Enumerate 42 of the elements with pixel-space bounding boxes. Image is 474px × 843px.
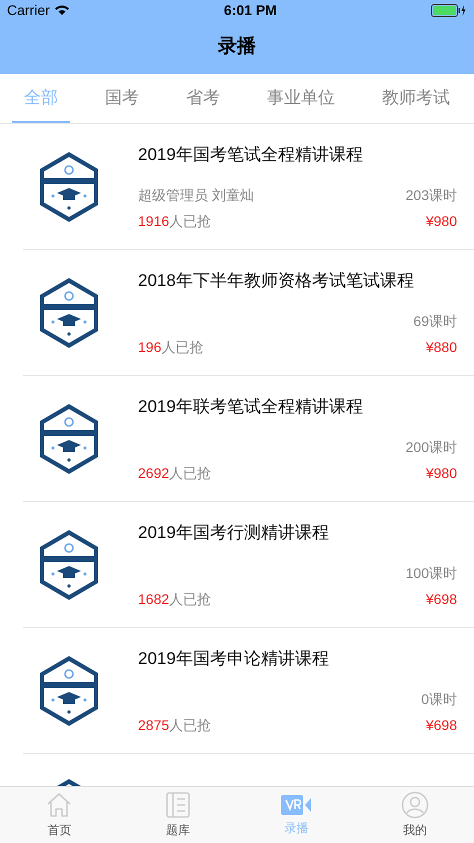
- course-price: ¥698: [426, 716, 457, 734]
- hexagon-badge-icon: [37, 654, 101, 728]
- course-price: ¥980: [426, 212, 457, 230]
- category-tab[interactable]: 国考: [93, 74, 151, 123]
- teacher-name: 超级管理员 刘童灿: [138, 186, 254, 204]
- carrier-label: Carrier: [7, 0, 50, 20]
- course-title[interactable]: 2019年国考申论精讲课程: [138, 646, 457, 671]
- category-tab[interactable]: 省考: [174, 74, 232, 123]
- enrolled-count: 2875人已抢: [138, 716, 212, 734]
- hexagon-badge-icon: [37, 150, 101, 224]
- enrolled-count: 196人已抢: [138, 338, 204, 356]
- tab-bar-item[interactable]: 我的: [356, 787, 474, 843]
- enrolled-count: 2692人已抢: [138, 464, 212, 482]
- course-title[interactable]: 2019年联考笔试全程精讲课程: [138, 394, 457, 419]
- user-icon: [400, 791, 429, 819]
- enrolled-count: 1916人已抢: [138, 212, 212, 230]
- lesson-count: 100课时: [406, 564, 457, 582]
- video-camera-icon: [280, 793, 312, 817]
- category-tab[interactable]: 事业单位: [255, 74, 347, 123]
- course-price: ¥698: [426, 590, 457, 608]
- course-title[interactable]: 2019年国考行测精讲课程: [138, 520, 457, 545]
- lesson-count: 69课时: [413, 312, 457, 330]
- house-icon: [45, 791, 74, 819]
- status-time: 6:01 PM: [224, 0, 277, 20]
- wifi-icon: [54, 4, 70, 16]
- category-tab[interactable]: 教师考试: [370, 74, 462, 123]
- lesson-count: 200课时: [406, 438, 457, 456]
- nav-title: 录播: [218, 34, 256, 59]
- battery-icon: [430, 4, 467, 16]
- hexagon-badge-icon: [37, 276, 101, 350]
- hexagon-badge-icon: [37, 528, 101, 602]
- course-title[interactable]: 2019年国考笔试全程精讲课程: [138, 142, 457, 167]
- course-title[interactable]: 2018年下半年教师资格考试笔试课程: [138, 268, 457, 293]
- tab-bar-item[interactable]: 题库: [118, 787, 237, 843]
- course-price: ¥880: [426, 338, 457, 356]
- notebook-icon: [164, 791, 192, 819]
- lesson-count: 0课时: [421, 690, 457, 708]
- tab-bar-item[interactable]: 首页: [0, 787, 118, 843]
- hexagon-badge-icon: [37, 402, 101, 476]
- enrolled-count: 1682人已抢: [138, 590, 212, 608]
- lesson-count: 203课时: [406, 186, 457, 204]
- course-price: ¥980: [426, 464, 457, 482]
